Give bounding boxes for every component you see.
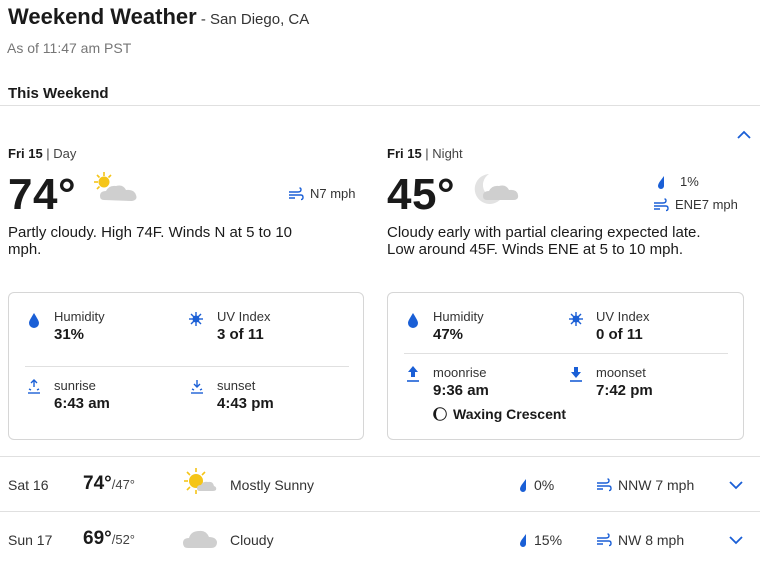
moonrise-label: moonrise xyxy=(433,365,487,380)
moon-phase-label: Waxing Crescent xyxy=(453,406,567,422)
night-period-label: | Night xyxy=(421,146,463,161)
forecast-precip-value: 0% xyxy=(534,477,555,493)
chevron-down-icon[interactable] xyxy=(728,479,744,491)
waxing-crescent-icon xyxy=(433,407,447,421)
forecast-wind-value: NNW 7 mph xyxy=(618,477,695,493)
uv-label: UV Index xyxy=(596,309,650,324)
sunset-value: 4:43 pm xyxy=(217,395,274,412)
cloudy-night-icon xyxy=(474,174,519,204)
location-label: - San Diego, CA xyxy=(196,11,310,28)
collapse-button[interactable] xyxy=(736,128,752,140)
precip-drop-icon xyxy=(520,479,526,492)
moonset-value: 7:42 pm xyxy=(596,382,653,399)
day-details-card: Humidity 31% UV Index 3 of 11 sunrise 6:… xyxy=(8,292,364,440)
night-wind: ENE7 mph xyxy=(653,197,738,212)
precip-drop-icon xyxy=(658,175,664,189)
moonrise-value: 9:36 am xyxy=(433,382,489,399)
night-precip-value: 1% xyxy=(680,174,699,189)
day-wind: N7 mph xyxy=(288,186,356,201)
forecast-condition: Mostly Sunny xyxy=(230,477,315,493)
night-precip: 1% xyxy=(656,174,699,189)
humidity-label: Humidity xyxy=(433,309,484,324)
wind-icon xyxy=(289,186,304,200)
humidity-icon xyxy=(29,313,39,328)
day-sunset: sunset 4:43 pm xyxy=(217,378,274,412)
section-title: This Weekend xyxy=(8,85,109,102)
day-description: Partly cloudy. High 74F. Winds N at 5 to… xyxy=(8,224,293,258)
moon-phase: Waxing Crescent xyxy=(433,406,566,422)
sunset-label: sunset xyxy=(217,378,256,393)
chevron-up-icon xyxy=(737,130,751,139)
night-uv: UV Index 0 of 11 xyxy=(596,309,649,343)
night-humidity: Humidity 47% xyxy=(433,309,484,343)
wind-icon xyxy=(597,478,612,492)
uv-value: 0 of 11 xyxy=(596,326,643,343)
precip-drop-icon xyxy=(520,534,526,547)
day-uv: UV Index 3 of 11 xyxy=(217,309,270,343)
forecast-wind-value: NW 8 mph xyxy=(618,532,685,548)
forecast-row-sun[interactable]: Sun 17 69°/52° Cloudy 15% NW 8 mph xyxy=(0,512,760,567)
night-period-header: Fri 15 | Night xyxy=(387,146,747,161)
forecast-row-sat[interactable]: Sat 16 74°/47° Mostly Sunny 0% NNW 7 mph xyxy=(0,457,760,512)
updated-time: As of 11:47 am PST xyxy=(7,40,132,56)
day-date: Fri 15 xyxy=(8,146,43,161)
forecast-low: /52° xyxy=(111,532,136,547)
chevron-down-icon[interactable] xyxy=(728,534,744,546)
page-header: Weekend Weather - San Diego, CA xyxy=(8,4,309,30)
forecast-high: 69° xyxy=(83,528,112,549)
mostly-sunny-icon xyxy=(184,468,217,494)
divider xyxy=(25,366,349,367)
humidity-icon xyxy=(408,313,418,328)
humidity-label: Humidity xyxy=(54,309,105,324)
page-title: Weekend Weather xyxy=(8,4,197,29)
forecast-precip: 0% xyxy=(518,477,554,493)
day-period: Fri 15 | Day 74° N7 mph Partly cloudy. H… xyxy=(8,146,368,258)
forecast-day: Sat 16 xyxy=(8,477,49,493)
forecast-day: Sun 17 xyxy=(8,532,53,548)
day-period-header: Fri 15 | Day xyxy=(8,146,368,161)
wind-icon xyxy=(654,197,669,211)
moonrise-icon xyxy=(407,366,419,382)
forecast-temp: 69°/52° xyxy=(83,528,135,550)
partly-cloudy-icon xyxy=(94,172,137,201)
uv-icon xyxy=(189,312,203,326)
night-moonrise: moonrise 9:36 am xyxy=(433,365,489,399)
uv-value: 3 of 11 xyxy=(217,326,264,343)
forecast-high: 74° xyxy=(83,473,112,494)
sunrise-icon xyxy=(28,379,40,394)
wind-icon xyxy=(597,533,612,547)
sunrise-label: sunrise xyxy=(54,378,96,393)
day-sunrise: sunrise 6:43 am xyxy=(54,378,110,412)
forecast-precip-value: 15% xyxy=(534,532,563,548)
forecast-low: /47° xyxy=(111,477,136,492)
moonset-icon xyxy=(570,367,582,382)
day-period-label: | Day xyxy=(42,146,77,161)
divider xyxy=(404,353,728,354)
night-details-card: Humidity 47% UV Index 0 of 11 moonrise 9… xyxy=(387,292,744,440)
humidity-value: 31% xyxy=(54,326,85,343)
night-description: Cloudy early with partial clearing expec… xyxy=(387,224,701,258)
night-moonset: moonset 7:42 pm xyxy=(596,365,653,399)
night-period: Fri 15 | Night 45° 1% ENE7 mph Cloudy ea… xyxy=(387,146,747,258)
forecast-condition: Cloudy xyxy=(230,532,274,548)
night-temperature: 45° xyxy=(387,170,456,219)
forecast-precip: 15% xyxy=(518,532,562,548)
uv-label: UV Index xyxy=(217,309,271,324)
day-temperature: 74° xyxy=(8,170,77,219)
sunrise-value: 6:43 am xyxy=(54,395,110,412)
cloudy-icon xyxy=(183,530,217,548)
uv-icon xyxy=(569,312,583,326)
forecast-wind: NNW 7 mph xyxy=(596,477,694,493)
moonset-label: moonset xyxy=(596,365,646,380)
divider xyxy=(0,105,760,106)
night-wind-value: ENE7 mph xyxy=(675,197,738,212)
sunset-icon xyxy=(191,380,203,394)
day-wind-value: N7 mph xyxy=(310,186,356,201)
forecast-temp: 74°/47° xyxy=(83,473,135,495)
forecast-wind: NW 8 mph xyxy=(596,532,684,548)
day-humidity: Humidity 31% xyxy=(54,309,105,343)
humidity-value: 47% xyxy=(433,326,464,343)
night-date: Fri 15 xyxy=(387,146,422,161)
